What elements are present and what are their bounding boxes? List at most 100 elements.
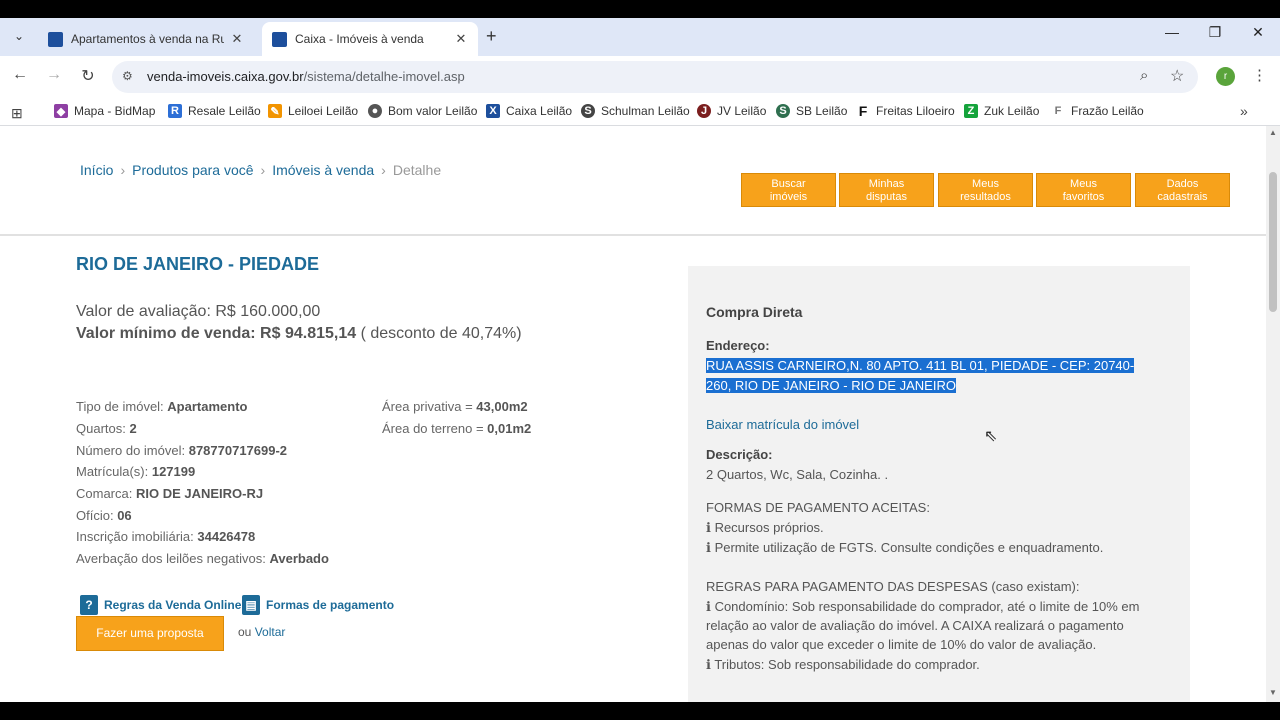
valor-avaliacao-label: Valor de avaliação:	[76, 303, 216, 320]
regras-venda-link[interactable]: ? Regras da Venda Online	[80, 595, 241, 615]
regra-condominio-cont: apenas do valor que exceder o limite de …	[706, 637, 1097, 652]
detail-label: Matrícula(s):	[76, 464, 152, 479]
endereco-line-1[interactable]: RUA ASSIS CARNEIRO,N. 80 APTO. 411 BL 01…	[706, 358, 1135, 373]
formas-pagamento-link[interactable]: ▤ Formas de pagamento	[242, 595, 394, 615]
tab-search-icon[interactable]: ⌄	[8, 25, 30, 47]
bookmark-zuk[interactable]: Z Zuk Leilão	[964, 104, 1039, 118]
minhas-disputas-button[interactable]: Minhas disputas	[839, 173, 934, 207]
tab-favicon-icon	[48, 31, 63, 47]
scroll-down-icon[interactable]: ▼	[1269, 688, 1277, 697]
button-line: resultados	[960, 191, 1011, 203]
detail-value: Averbado	[269, 551, 329, 566]
restore-icon[interactable]: ❐	[1205, 24, 1225, 41]
breadcrumb-inicio[interactable]: Início	[80, 162, 113, 178]
browser-window: ⌄ Apartamentos à venda na Rua A ✕ Caixa …	[0, 18, 1280, 702]
detail-value: 0,01m2	[487, 421, 532, 436]
menu-icon[interactable]: ⋮	[1252, 66, 1267, 84]
selected-text: 260, RIO DE JANEIRO - RIO DE JANEIRO	[706, 378, 956, 393]
site-info-icon[interactable]: ⚙	[122, 69, 133, 83]
scrollbar[interactable]: ▲ ▼	[1266, 126, 1280, 702]
detail-matricula: Matrícula(s): 127199	[76, 464, 195, 479]
regras-link-label: Regras da Venda Online	[104, 598, 242, 612]
desconto-text: ( desconto de 40,74%)	[356, 325, 522, 342]
detail-value: 2	[129, 421, 137, 436]
info-icon: ℹ	[706, 599, 715, 614]
frazao-icon: F	[1051, 104, 1065, 118]
bookmark-leiloei[interactable]: ✎ Leiloei Leilão	[268, 104, 358, 118]
tab-apartamentos[interactable]: Apartamentos à venda na Rua A ✕	[38, 22, 254, 56]
fazer-proposta-button[interactable]: Fazer uma proposta	[76, 616, 224, 651]
button-line: Minhas	[868, 178, 905, 190]
bookmark-bomvalor[interactable]: ● Bom valor Leilão	[368, 104, 477, 118]
breadcrumb-produtos[interactable]: Produtos para você	[132, 162, 253, 178]
mouse-cursor-icon: ⇖	[984, 428, 998, 445]
jv-icon: J	[697, 104, 711, 118]
breadcrumb-separator: ›	[120, 162, 126, 178]
scroll-up-icon[interactable]: ▲	[1269, 128, 1277, 137]
minimize-icon[interactable]: —	[1162, 24, 1182, 40]
profile-avatar[interactable]: r	[1216, 67, 1235, 86]
detail-label: Quartos:	[76, 421, 130, 436]
zoom-icon[interactable]: ⌕	[1140, 67, 1148, 84]
detail-comarca: Comarca: RIO DE JANEIRO-RJ	[76, 486, 263, 501]
info-icon: ℹ	[706, 520, 715, 535]
breadcrumb: Início › Produtos para você › Imóveis à ve…	[80, 162, 441, 178]
detail-label: Ofício:	[76, 508, 118, 523]
regra-condominio: ℹ Condomínio: Sob responsabilidade do co…	[706, 599, 1139, 615]
tab-title: Apartamentos à venda na Rua A	[71, 32, 224, 46]
back-icon[interactable]: ←	[10, 66, 30, 84]
detail-label: Inscrição imobiliária:	[76, 529, 198, 544]
bookmark-jv[interactable]: J JV Leilão	[697, 104, 766, 118]
schulman-icon: S	[581, 104, 595, 118]
voltar-link[interactable]: Voltar	[255, 625, 286, 639]
button-line: Buscar	[771, 178, 806, 190]
bookmark-caixa[interactable]: X Caixa Leilão	[486, 104, 572, 118]
voltar-link-group: ou Voltar	[238, 625, 285, 639]
bookmark-star-icon[interactable]: ☆	[1170, 66, 1184, 86]
url-text[interactable]: venda-imoveis.caixa.gov.br/sistema/detal…	[147, 69, 465, 84]
detail-oficio: Ofício: 06	[76, 508, 132, 523]
bookmark-label: SB Leilão	[796, 104, 848, 118]
apps-grid-icon[interactable]: ⊞	[11, 105, 23, 122]
caixa-icon: X	[486, 104, 500, 118]
address-bar[interactable]: ⚙ venda-imoveis.caixa.gov.br/sistema/det…	[112, 61, 1198, 93]
bookmark-freitas[interactable]: F Freitas Liloeiro	[856, 103, 955, 119]
meus-resultados-button[interactable]: Meus resultados	[938, 173, 1033, 207]
buscar-imoveis-button[interactable]: Buscar imóveis	[741, 173, 836, 207]
new-tab-icon[interactable]: +	[486, 26, 497, 47]
detail-area-privativa: Área privativa = 43,00m2	[382, 399, 528, 414]
bookmark-label: Leiloei Leilão	[288, 104, 359, 118]
bookmark-resale[interactable]: R Resale Leilão	[168, 104, 261, 118]
bookmark-schulman[interactable]: S Schulman Leilão	[581, 104, 690, 118]
tab-caixa[interactable]: Caixa - Imóveis à venda ✕	[262, 22, 478, 56]
close-tab-icon[interactable]: ✕	[454, 31, 468, 47]
detail-label: Número do imóvel:	[76, 443, 189, 458]
more-bookmarks-icon[interactable]: »	[1240, 103, 1248, 119]
compra-direta-panel: Compra Direta Endereço: RUA ASSIS CARNEI…	[688, 266, 1190, 702]
help-icon: ?	[80, 595, 98, 615]
panel-heading: Compra Direta	[706, 304, 803, 320]
close-tab-icon[interactable]: ✕	[230, 31, 244, 47]
dados-cadastrais-button[interactable]: Dados cadastrais	[1135, 173, 1230, 207]
reload-icon[interactable]: ↻	[78, 66, 98, 86]
resale-icon: R	[168, 104, 182, 118]
ou-text: ou	[238, 625, 255, 639]
close-window-icon[interactable]: ✕	[1248, 24, 1268, 41]
breadcrumb-imoveis[interactable]: Imóveis à venda	[272, 162, 374, 178]
baixar-matricula-link[interactable]: Baixar matrícula do imóvel	[706, 417, 859, 432]
detail-value: 06	[117, 508, 132, 523]
button-line: Meus	[972, 178, 999, 190]
detail-label: Tipo de imóvel:	[76, 399, 168, 414]
endereco-label: Endereço:	[706, 338, 770, 353]
bookmark-sb[interactable]: S SB Leilão	[776, 104, 847, 118]
formas-link-label: Formas de pagamento	[266, 598, 395, 612]
endereco-line-2[interactable]: 260, RIO DE JANEIRO - RIO DE JANEIRO	[706, 378, 956, 393]
forma-text: Permite utilização de FGTS. Consulte con…	[714, 540, 1104, 555]
bookmark-frazao[interactable]: F Frazão Leilão	[1051, 104, 1144, 118]
meus-favoritos-button[interactable]: Meus favoritos	[1036, 173, 1131, 207]
url-path: /sistema/detalhe-imovel.asp	[303, 69, 465, 84]
valor-avaliacao-value: R$ 160.000,00	[215, 303, 321, 320]
scrollbar-thumb[interactable]	[1269, 172, 1277, 312]
bookmark-bidmap[interactable]: ◆ Mapa - BidMap	[54, 104, 155, 118]
forward-icon[interactable]: →	[44, 66, 64, 84]
